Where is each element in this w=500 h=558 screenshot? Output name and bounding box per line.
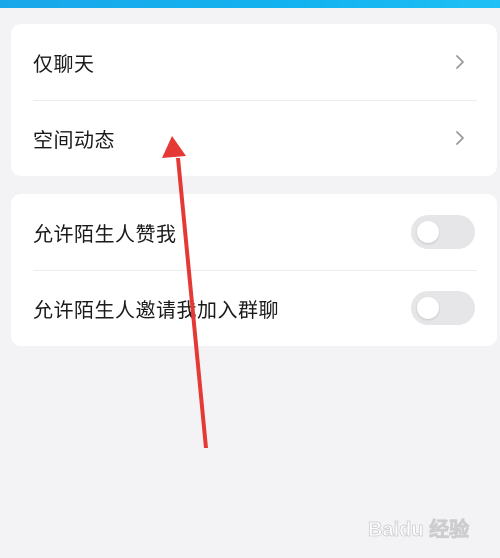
toggle-knob xyxy=(417,221,439,243)
svg-text:Baidu 经验: Baidu 经验 xyxy=(368,517,469,541)
chevron-right-icon xyxy=(456,131,464,145)
setting-label: 允许陌生人赞我 xyxy=(33,221,177,246)
menu-item-label: 空间动态 xyxy=(33,127,115,152)
setting-label: 允许陌生人邀请我加入群聊 xyxy=(33,297,279,322)
menu-item-label: 仅聊天 xyxy=(33,51,95,76)
setting-allow-stranger-likes: 允许陌生人赞我 xyxy=(11,194,497,270)
top-accent-bar xyxy=(0,0,500,8)
chat-options-card: 仅聊天 空间动态 xyxy=(11,24,497,176)
menu-item-chat-only[interactable]: 仅聊天 xyxy=(11,24,497,100)
baidu-jingyan-watermark: Baidu 经验 xyxy=(368,517,470,542)
chevron-right-icon xyxy=(456,55,464,69)
allow-stranger-likes-toggle[interactable] xyxy=(411,215,475,249)
stranger-permissions-card: 允许陌生人赞我 允许陌生人邀请我加入群聊 xyxy=(11,194,497,346)
setting-allow-stranger-group-invite: 允许陌生人邀请我加入群聊 xyxy=(11,270,497,346)
menu-item-space-feed[interactable]: 空间动态 xyxy=(11,100,497,176)
allow-stranger-group-invite-toggle[interactable] xyxy=(411,291,475,325)
toggle-knob xyxy=(417,297,439,319)
